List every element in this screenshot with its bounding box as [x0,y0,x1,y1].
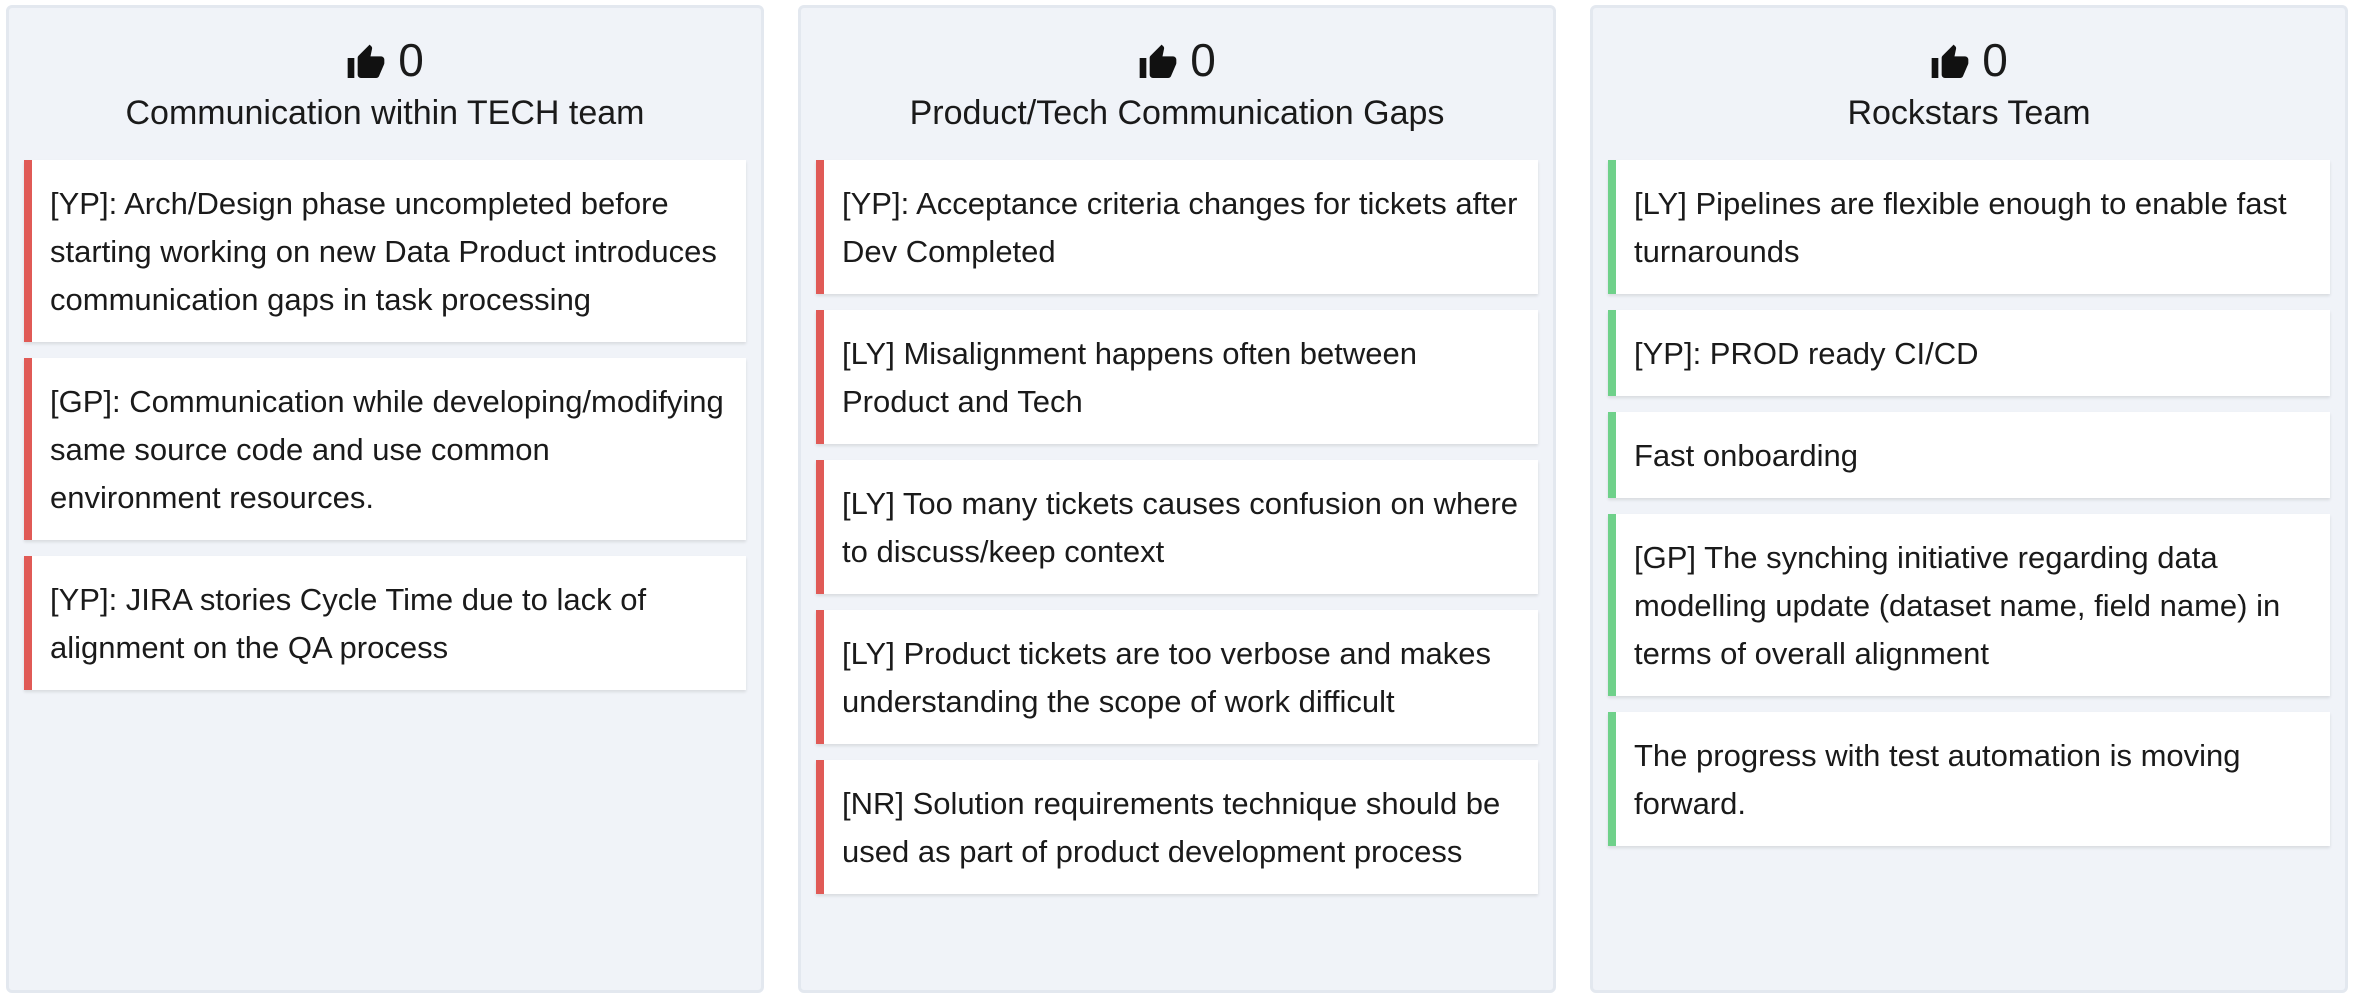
column-communication-within-tech-team: 0 Communication within TECH team [YP]: A… [6,5,764,993]
column-title: Rockstars Team [1847,94,2091,132]
retro-card[interactable]: [GP] The synching initiative regarding d… [1608,514,2330,696]
retro-card[interactable]: [LY] Pipelines are flexible enough to en… [1608,160,2330,294]
retro-card[interactable]: [NR] Solution requirements technique sho… [816,760,1538,894]
retro-card[interactable]: [LY] Product tickets are too verbose and… [816,610,1538,744]
vote-control[interactable]: 0 [1593,32,2345,88]
retro-card[interactable]: [LY] Too many tickets causes confusion o… [816,460,1538,594]
column-header: 0 Product/Tech Communication Gaps [801,8,1553,138]
thumbs-up-icon[interactable] [1138,43,1178,83]
vote-count: 0 [1982,34,2008,86]
thumbs-up-icon[interactable] [346,43,386,83]
vote-count: 0 [398,34,424,86]
retro-card[interactable]: [GP]: Communication while developing/mod… [24,358,746,540]
card-list: [YP]: Arch/Design phase uncompleted befo… [24,160,746,706]
retro-card[interactable]: [YP]: Arch/Design phase uncompleted befo… [24,160,746,342]
thumbs-up-icon[interactable] [1930,43,1970,83]
column-rockstars-team: 0 Rockstars Team [LY] Pipelines are flex… [1590,5,2348,993]
column-title: Product/Tech Communication Gaps [909,94,1445,132]
column-header: 0 Communication within TECH team [9,8,761,138]
retro-board: 0 Communication within TECH team [YP]: A… [0,0,2362,1000]
vote-count: 0 [1190,34,1216,86]
vote-control[interactable]: 0 [801,32,1553,88]
column-product-tech-communication-gaps: 0 Product/Tech Communication Gaps [YP]: … [798,5,1556,993]
retro-card[interactable]: [YP]: Acceptance criteria changes for ti… [816,160,1538,294]
retro-card[interactable]: Fast onboarding [1608,412,2330,498]
column-header: 0 Rockstars Team [1593,8,2345,138]
card-list: [LY] Pipelines are flexible enough to en… [1608,160,2330,862]
retro-card[interactable]: [YP]: JIRA stories Cycle Time due to lac… [24,556,746,690]
vote-control[interactable]: 0 [9,32,761,88]
retro-card[interactable]: [YP]: PROD ready CI/CD [1608,310,2330,396]
card-list: [YP]: Acceptance criteria changes for ti… [816,160,1538,910]
retro-card[interactable]: The progress with test automation is mov… [1608,712,2330,846]
retro-card[interactable]: [LY] Misalignment happens often between … [816,310,1538,444]
column-title: Communication within TECH team [125,94,645,132]
